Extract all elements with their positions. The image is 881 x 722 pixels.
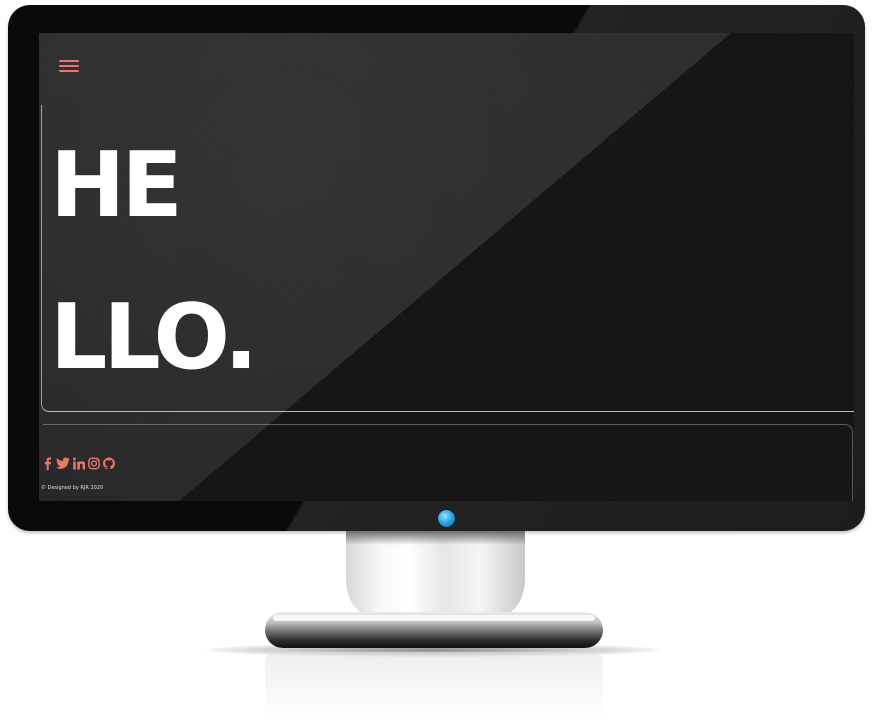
- stand-reflection: [265, 652, 603, 722]
- monitor-screen: HE LLO. © Designed by RJR 2020: [39, 33, 854, 501]
- monitor-stand-neck: [346, 531, 525, 615]
- hero-heading-line-1: HE: [50, 133, 183, 238]
- hero-heading-line-2: LLO.: [50, 285, 258, 390]
- social-links: [42, 457, 115, 470]
- hamburger-menu-icon[interactable]: [59, 58, 81, 74]
- monitor-mockup: HE LLO. © Designed by RJR 2020: [0, 0, 881, 722]
- menu-bar: [59, 60, 79, 62]
- monitor-bezel: HE LLO. © Designed by RJR 2020: [8, 5, 865, 531]
- twitter-icon[interactable]: [56, 457, 70, 470]
- linkedin-icon[interactable]: [73, 457, 85, 470]
- github-icon[interactable]: [103, 457, 115, 470]
- footer-copyright: © Designed by RJR 2020: [41, 485, 104, 491]
- instagram-icon[interactable]: [88, 457, 100, 470]
- power-button[interactable]: [438, 510, 455, 527]
- facebook-icon[interactable]: [42, 457, 53, 470]
- monitor-stand-base: [265, 612, 603, 648]
- footer-frame: [43, 424, 853, 501]
- menu-bar: [59, 65, 79, 67]
- menu-bar: [59, 70, 79, 72]
